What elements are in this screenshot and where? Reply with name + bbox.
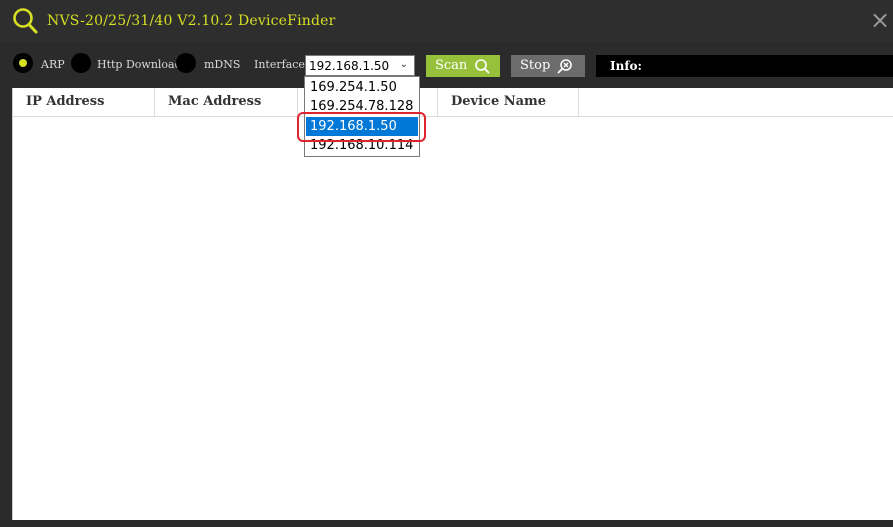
selection-highlight-box <box>297 112 426 142</box>
info-label: Info: <box>610 59 642 73</box>
radio-http-download-label: Http Download <box>97 58 182 71</box>
app-window: NVS-20/25/31/40 V2.10.2 DeviceFinder × A… <box>0 0 893 527</box>
radio-arp-label: ARP <box>41 58 65 71</box>
scan-button[interactable]: Scan <box>426 55 500 77</box>
interface-label: Interface: <box>254 58 309 71</box>
search-icon <box>13 8 38 34</box>
column-extra[interactable] <box>579 88 893 116</box>
interface-select[interactable]: 192.168.1.50 ⌄ <box>305 55 415 76</box>
stop-search-icon <box>557 59 572 74</box>
scan-search-icon <box>475 59 490 74</box>
radio-http-download[interactable] <box>71 53 91 73</box>
table-header: IP Address Mac Address Device Name <box>13 88 893 117</box>
title-bar: NVS-20/25/31/40 V2.10.2 DeviceFinder × <box>0 0 893 42</box>
radio-mdns-label: mDNS <box>204 58 241 71</box>
stop-button[interactable]: Stop <box>511 55 585 77</box>
window-title: NVS-20/25/31/40 V2.10.2 DeviceFinder <box>47 13 336 29</box>
close-icon[interactable]: × <box>867 6 893 34</box>
dropdown-option[interactable]: 169.254.1.50 <box>306 78 418 97</box>
radio-mdns[interactable] <box>176 53 196 73</box>
stop-button-label: Stop <box>520 58 551 73</box>
radio-arp[interactable] <box>13 53 33 73</box>
info-bar: Info: <box>596 55 893 77</box>
column-ip-address[interactable]: IP Address <box>13 88 155 116</box>
scan-button-label: Scan <box>435 58 468 73</box>
device-table: IP Address Mac Address Device Name <box>12 88 893 520</box>
column-device-name[interactable]: Device Name <box>438 88 579 116</box>
interface-select-value: 192.168.1.50 <box>309 59 390 73</box>
chevron-down-icon: ⌄ <box>399 59 408 70</box>
column-mac-address[interactable]: Mac Address <box>155 88 298 116</box>
